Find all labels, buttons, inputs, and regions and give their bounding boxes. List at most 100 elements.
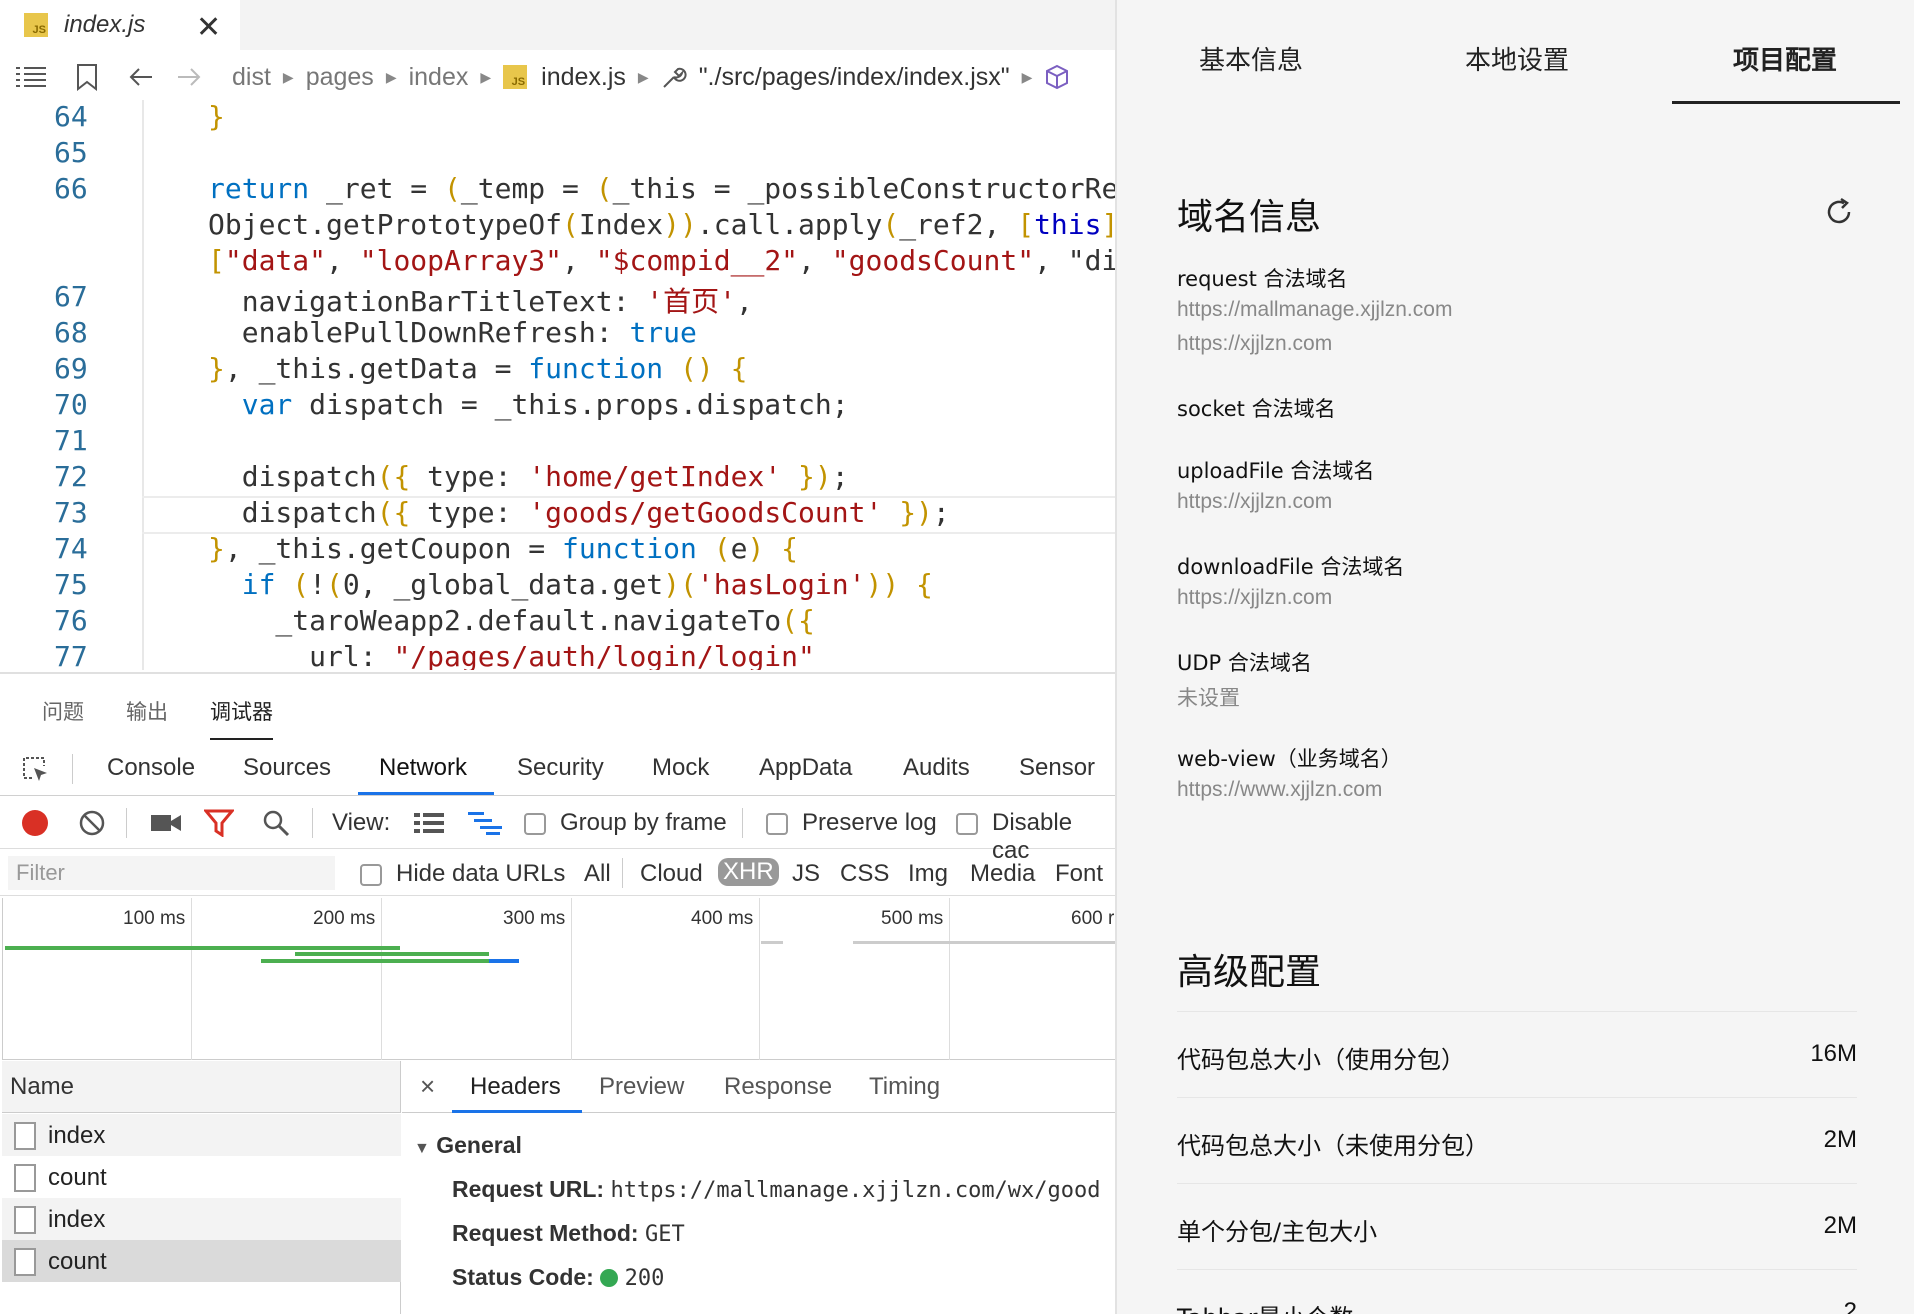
status-code-value: 200	[624, 1266, 665, 1291]
breadcrumb-item[interactable]: index	[409, 63, 469, 92]
timeline-tick-label: 300 ms	[503, 908, 566, 929]
search-icon[interactable]	[262, 809, 290, 844]
network-toolbar: View: Group by frame Preserve log Disabl…	[0, 797, 1115, 864]
close-tab-icon[interactable]: ✕	[196, 10, 221, 45]
video-camera-icon[interactable]	[150, 811, 182, 842]
network-timeline[interactable]: 100 ms 200 ms 300 ms 400 ms 500 ms 600 r	[2, 898, 1115, 1060]
filter-type-media[interactable]: Media	[970, 860, 1035, 888]
code-line[interactable]: 72 dispatch({ type: 'home/getIndex' });	[0, 460, 1115, 496]
request-name: count	[48, 1248, 107, 1275]
filter-type-all[interactable]: All	[584, 860, 611, 888]
filter-type-font[interactable]: Font	[1055, 860, 1103, 888]
code-line[interactable]: 76 _taroWeapp2.default.navigateTo({	[0, 604, 1115, 640]
tab-timing[interactable]: Timing	[869, 1073, 940, 1101]
code-text: Object.getPrototypeOf(Index)).call.apply…	[208, 208, 1115, 241]
tab-security[interactable]: Security	[517, 754, 604, 782]
code-line[interactable]: 75 if (!(0, _global_data.get)('hasLogin'…	[0, 568, 1115, 604]
advanced-config-title: 高级配置	[1177, 952, 1322, 993]
tab-sources[interactable]: Sources	[243, 754, 331, 782]
code-line[interactable]: 70 var dispatch = _this.props.dispatch;	[0, 388, 1115, 424]
code-line[interactable]: 69}, _this.getData = function () {	[0, 352, 1115, 388]
request-row-selected[interactable]: count	[2, 1240, 401, 1282]
line-number: 73	[54, 496, 88, 529]
filter-type-css[interactable]: CSS	[840, 860, 889, 888]
file-tab-index-js[interactable]: JS index.js ✕	[0, 0, 240, 50]
timeline-gridline	[949, 898, 950, 1060]
filter-type-cloud[interactable]: Cloud	[640, 860, 703, 888]
editor-devtools-area: JS index.js ✕ dist ▶ pages ▶ index ▶ JS …	[0, 0, 1115, 1314]
filter-icon[interactable]	[202, 809, 236, 844]
filter-type-js[interactable]: JS	[792, 860, 820, 888]
request-domain-value: https://mallmanage.xjjlzn.com	[1177, 298, 1453, 321]
forward-arrow-icon[interactable]	[176, 66, 202, 88]
code-editor[interactable]: 64} 65 66 return _ret = (_temp = (_this = _…	[0, 100, 1115, 670]
code-line[interactable]: 74}, _this.getCoupon = function (e) {	[0, 532, 1115, 568]
code-line[interactable]: 67 navigationBarTitleText: '首页',	[0, 280, 1115, 318]
request-row[interactable]: index	[2, 1114, 401, 1156]
record-icon[interactable]	[22, 810, 48, 836]
tab-local-settings[interactable]: 本地设置	[1465, 40, 1569, 77]
code-text: return _ret = (_temp = (_this = _possibl…	[208, 172, 1115, 205]
tab-output[interactable]: 输出	[126, 696, 168, 726]
inspect-element-icon[interactable]	[20, 754, 50, 789]
code-line[interactable]: 66 return _ret = (_temp = (_this = _possi…	[0, 172, 1115, 208]
filter-input[interactable]: Filter	[8, 856, 335, 890]
tab-project-config[interactable]: 项目配置	[1733, 40, 1837, 77]
request-url-value: https://mallmanage.xjjlzn.com/wx/good	[610, 1178, 1101, 1203]
code-line[interactable]: ["data", "loopArray3", "$compid__2", "go…	[0, 244, 1115, 280]
webview-domain-label: web-view（业务域名）	[1177, 747, 1402, 771]
tab-mock[interactable]: Mock	[652, 754, 709, 782]
close-detail-icon[interactable]: ×	[420, 1071, 435, 1102]
code-text: dispatch({ type: 'home/getIndex' });	[208, 460, 849, 493]
filter-type-img[interactable]: Img	[908, 860, 948, 888]
breadcrumb: dist ▶ pages ▶ index ▶ JS index.js ▶ "./…	[0, 55, 1115, 99]
tab-problems[interactable]: 问题	[42, 696, 84, 726]
breadcrumb-item[interactable]: index.js	[541, 63, 626, 92]
preserve-log-checkbox[interactable]	[766, 809, 788, 837]
tab-preview[interactable]: Preview	[599, 1073, 684, 1101]
code-line[interactable]: 65	[0, 136, 1115, 172]
code-line[interactable]: 68 enablePullDownRefresh: true	[0, 316, 1115, 352]
tab-appdata[interactable]: AppData	[759, 754, 852, 782]
general-section[interactable]: ▼ General	[414, 1132, 522, 1159]
code-line[interactable]: 73 dispatch({ type: 'goods/getGoodsCount…	[0, 496, 1115, 532]
waterfall-icon[interactable]	[468, 811, 502, 842]
hide-data-urls-checkbox[interactable]	[360, 860, 382, 888]
breadcrumb-item[interactable]: pages	[306, 63, 374, 92]
line-number: 72	[54, 460, 88, 493]
code-line[interactable]: 71	[0, 424, 1115, 460]
code-line[interactable]: 64}	[0, 100, 1115, 136]
large-rows-icon[interactable]	[414, 811, 444, 842]
breadcrumb-item[interactable]: "./src/pages/index/index.jsx"	[699, 63, 1010, 92]
request-detail-tabs: × Headers Preview Response Timing	[402, 1061, 1115, 1113]
code-line[interactable]: 77 url: "/pages/auth/login/login"	[0, 640, 1115, 670]
config-tab-bar: 基本信息 本地设置 项目配置	[1117, 0, 1914, 104]
request-row[interactable]: index	[2, 1198, 401, 1240]
tab-sensor[interactable]: Sensor	[1019, 754, 1095, 782]
tab-basic-info[interactable]: 基本信息	[1199, 40, 1303, 77]
devtools-tab-bar: Console Sources Network Security Mock Ap…	[0, 742, 1115, 796]
tab-audits[interactable]: Audits	[903, 754, 970, 782]
breadcrumb-item[interactable]: dist	[232, 63, 271, 92]
filter-type-xhr[interactable]: XHR	[718, 858, 779, 886]
back-arrow-icon[interactable]	[128, 66, 154, 88]
code-text: }	[208, 100, 225, 133]
disable-cache-checkbox[interactable]	[956, 809, 978, 837]
timeline-bar	[261, 959, 518, 963]
list-icon[interactable]	[16, 65, 46, 89]
panel-tab-bar: 问题 输出 调试器	[0, 672, 1115, 740]
active-tab-indicator	[452, 1110, 582, 1113]
group-by-frame-checkbox[interactable]	[524, 809, 546, 837]
tab-network[interactable]: Network	[379, 754, 467, 782]
refresh-icon[interactable]	[1822, 195, 1856, 229]
request-row[interactable]: count	[2, 1156, 401, 1198]
tab-console[interactable]: Console	[107, 754, 195, 782]
bookmark-icon[interactable]	[76, 63, 98, 91]
document-icon	[14, 1206, 36, 1234]
tab-debugger[interactable]: 调试器	[210, 696, 273, 740]
code-line[interactable]: Object.getPrototypeOf(Index)).call.apply…	[0, 208, 1115, 244]
name-column-header[interactable]: Name	[2, 1061, 401, 1113]
clear-icon[interactable]	[78, 809, 106, 844]
tab-headers[interactable]: Headers	[470, 1073, 561, 1101]
tab-response[interactable]: Response	[724, 1073, 832, 1101]
